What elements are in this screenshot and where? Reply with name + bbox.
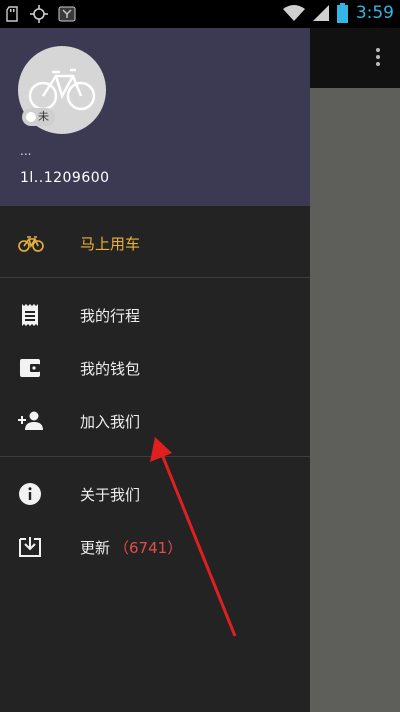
divider bbox=[0, 456, 310, 457]
update-label: 更新 bbox=[80, 539, 111, 557]
menu-item-update[interactable]: 更新 （6741） bbox=[0, 522, 310, 572]
info-icon bbox=[19, 483, 41, 505]
wifi-icon bbox=[282, 5, 305, 21]
menu-label-about-us: 关于我们 bbox=[80, 486, 141, 504]
update-count: （6741） bbox=[114, 539, 183, 557]
add-person-icon bbox=[18, 411, 43, 430]
menu-item-my-wallet[interactable]: 我的钱包 bbox=[0, 343, 310, 393]
status-time: 3:59 bbox=[355, 3, 394, 23]
drawer-header: 未 ... 1l..1209600 bbox=[0, 28, 310, 206]
menu-item-ride-now[interactable]: 马上用车 bbox=[0, 218, 310, 268]
menu-item-join-us[interactable]: 加入我们 bbox=[0, 396, 310, 446]
scrim-overlay[interactable] bbox=[310, 88, 400, 712]
gps-icon bbox=[30, 5, 48, 23]
menu-label-my-trips: 我的行程 bbox=[80, 307, 141, 325]
navigation-drawer: 未 ... 1l..1209600 马上用车 我的行程 我的钱包 加入我们 关于… bbox=[0, 28, 310, 712]
user-phone: 1l..1209600 bbox=[20, 170, 110, 186]
menu-item-about-us[interactable]: 关于我们 bbox=[0, 469, 310, 519]
menu-label-ride-now: 马上用车 bbox=[80, 235, 141, 253]
wallet-icon bbox=[20, 359, 40, 377]
sd-card-icon bbox=[6, 6, 18, 22]
menu-label-join-us: 加入我们 bbox=[80, 413, 141, 431]
app-toolbar bbox=[310, 28, 400, 88]
download-icon bbox=[19, 537, 41, 557]
status-bar: 3:59 bbox=[0, 0, 400, 28]
avatar-badge: 未 bbox=[22, 108, 55, 126]
menu-label-update: 更新 （6741） bbox=[80, 537, 182, 558]
menu-label-my-wallet: 我的钱包 bbox=[80, 360, 141, 378]
receipt-icon bbox=[22, 304, 38, 326]
user-name: ... bbox=[20, 144, 32, 158]
divider bbox=[0, 277, 310, 278]
bicycle-icon bbox=[18, 236, 44, 252]
signal-icon bbox=[312, 5, 329, 21]
usb-debug-icon bbox=[58, 6, 76, 22]
overflow-menu-icon[interactable] bbox=[376, 48, 382, 69]
battery-icon bbox=[336, 3, 348, 23]
menu-item-my-trips[interactable]: 我的行程 bbox=[0, 290, 310, 340]
